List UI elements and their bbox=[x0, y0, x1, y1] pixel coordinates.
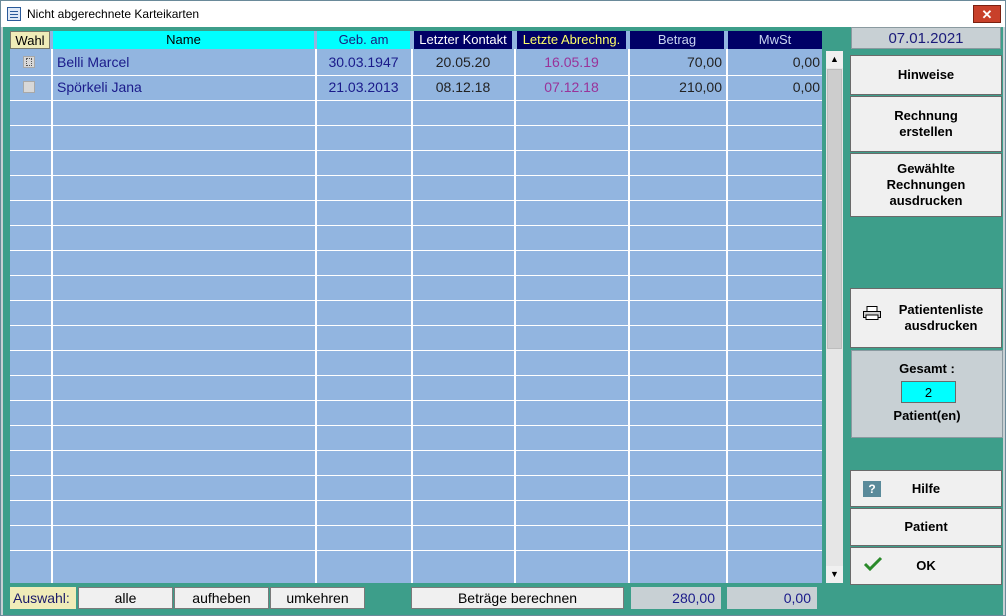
total-label: Gesamt : bbox=[899, 361, 955, 376]
column-separator bbox=[315, 49, 317, 583]
hinweise-label: Hinweise bbox=[897, 67, 955, 82]
row-separator bbox=[10, 525, 822, 526]
row-separator bbox=[10, 200, 822, 201]
cell-name: Belli Marcel bbox=[57, 54, 130, 70]
table-row[interactable]: Belli Marcel 30.03.1947 20.05.20 16.05.1… bbox=[10, 51, 822, 76]
row-select-checkbox[interactable] bbox=[23, 81, 35, 93]
total-unit: Patient(en) bbox=[893, 408, 961, 423]
help-icon: ? bbox=[863, 481, 881, 497]
window-title: Nicht abgerechnete Karteikarten bbox=[27, 7, 200, 21]
row-separator bbox=[10, 250, 822, 251]
row-separator bbox=[10, 550, 822, 551]
scroll-thumb[interactable] bbox=[827, 69, 842, 349]
header-wahl[interactable]: Wahl bbox=[10, 31, 50, 49]
total-panel: Gesamt : 2 Patient(en) bbox=[851, 350, 1003, 438]
scroll-down-button[interactable]: ▼ bbox=[826, 566, 843, 583]
row-separator bbox=[10, 450, 822, 451]
column-separator bbox=[628, 49, 630, 583]
close-button[interactable]: ✕ bbox=[973, 5, 1001, 23]
title-bar: Nicht abgerechnete Karteikarten ✕ bbox=[1, 1, 1005, 27]
header-name[interactable]: Name bbox=[53, 31, 314, 49]
header-geb[interactable]: Geb. am bbox=[317, 31, 410, 49]
row-separator bbox=[10, 225, 822, 226]
cell-kontakt: 20.05.20 bbox=[435, 54, 491, 70]
cell-mwst: 0,00 bbox=[792, 79, 820, 95]
column-separator bbox=[726, 49, 728, 583]
patient-button[interactable]: Patient bbox=[850, 508, 1002, 546]
current-date: 07.01.2021 bbox=[851, 27, 1001, 49]
cell-betrag: 70,00 bbox=[686, 54, 722, 70]
select-all-button[interactable]: alle bbox=[78, 587, 173, 609]
cell-abrechnung: 07.12.18 bbox=[544, 79, 599, 95]
row-separator bbox=[10, 125, 822, 126]
table-row[interactable]: Spörkeli Jana 21.03.2013 08.12.18 07.12.… bbox=[10, 76, 822, 101]
auswahl-label: Auswahl: bbox=[10, 587, 76, 609]
cell-name: Spörkeli Jana bbox=[57, 79, 142, 95]
print-selected-invoices-button[interactable]: Gewählte Rechnungen ausdrucken bbox=[850, 153, 1002, 217]
total-count: 2 bbox=[901, 381, 956, 403]
print-patient-list-line2: ausdrucken bbox=[904, 318, 978, 333]
invert-selection-button[interactable]: umkehren bbox=[270, 587, 365, 609]
sum-mwst-field: 0,00 bbox=[727, 587, 817, 609]
scroll-up-button[interactable]: ▲ bbox=[826, 51, 843, 68]
cell-mwst: 0,00 bbox=[792, 54, 820, 70]
cell-geb: 21.03.2013 bbox=[328, 79, 399, 95]
row-separator bbox=[10, 275, 822, 276]
window-app-icon bbox=[7, 7, 21, 21]
column-separator bbox=[51, 49, 53, 583]
main-window: Nicht abgerechnete Karteikarten ✕ Wahl N… bbox=[0, 0, 1006, 616]
row-separator bbox=[10, 425, 822, 426]
print-patient-list-line1: Patientenliste bbox=[898, 302, 984, 317]
row-separator bbox=[10, 175, 822, 176]
row-separator bbox=[10, 375, 822, 376]
row-separator bbox=[10, 150, 822, 151]
checkmark-icon bbox=[863, 556, 883, 572]
row-separator bbox=[10, 325, 822, 326]
deselect-button[interactable]: aufheben bbox=[174, 587, 269, 609]
column-separator bbox=[411, 49, 413, 583]
row-separator bbox=[10, 500, 822, 501]
hinweise-button[interactable]: Hinweise bbox=[850, 55, 1002, 95]
cell-geb: 30.03.1947 bbox=[328, 54, 399, 70]
header-letzter-kontakt[interactable]: Letzter Kontakt bbox=[414, 31, 512, 49]
create-invoice-label-line1: Rechnung bbox=[894, 108, 958, 123]
row-separator bbox=[10, 400, 822, 401]
print-selected-label-line3: ausdrucken bbox=[889, 193, 963, 208]
karteikarten-grid: Wahl Name Geb. am Letzter Kontakt Letzte… bbox=[10, 31, 822, 583]
printer-icon bbox=[863, 306, 881, 320]
row-separator bbox=[10, 350, 822, 351]
ok-label: OK bbox=[916, 558, 936, 573]
header-letzte-abrechnung[interactable]: Letzte Abrechng. bbox=[517, 31, 626, 49]
row-separator bbox=[10, 300, 822, 301]
header-betrag[interactable]: Betrag bbox=[630, 31, 724, 49]
client-area: Wahl Name Geb. am Letzter Kontakt Letzte… bbox=[3, 27, 1003, 615]
print-selected-label-line2: Rechnungen bbox=[886, 177, 966, 192]
help-label: Hilfe bbox=[911, 480, 941, 496]
row-select-checkbox[interactable] bbox=[23, 56, 35, 68]
header-mwst[interactable]: MwSt bbox=[728, 31, 822, 49]
column-separator bbox=[514, 49, 516, 583]
print-selected-label-line1: Gewählte bbox=[897, 161, 955, 176]
cell-kontakt: 08.12.18 bbox=[435, 79, 491, 95]
patient-label: Patient bbox=[904, 519, 948, 534]
grid-scrollbar[interactable]: ▲ ▼ bbox=[826, 51, 843, 583]
create-invoice-button[interactable]: Rechnung erstellen bbox=[850, 96, 1002, 152]
create-invoice-label-line2: erstellen bbox=[899, 124, 953, 139]
cell-betrag: 210,00 bbox=[679, 79, 722, 95]
help-button[interactable]: ? Hilfe bbox=[850, 470, 1002, 507]
sum-betrag-field: 280,00 bbox=[631, 587, 721, 609]
ok-button[interactable]: OK bbox=[850, 547, 1002, 585]
cell-abrechnung: 16.05.19 bbox=[544, 54, 599, 70]
calculate-amounts-button[interactable]: Beträge berechnen bbox=[411, 587, 624, 609]
row-separator bbox=[10, 475, 822, 476]
print-patient-list-button[interactable]: Patientenliste ausdrucken bbox=[850, 288, 1002, 348]
